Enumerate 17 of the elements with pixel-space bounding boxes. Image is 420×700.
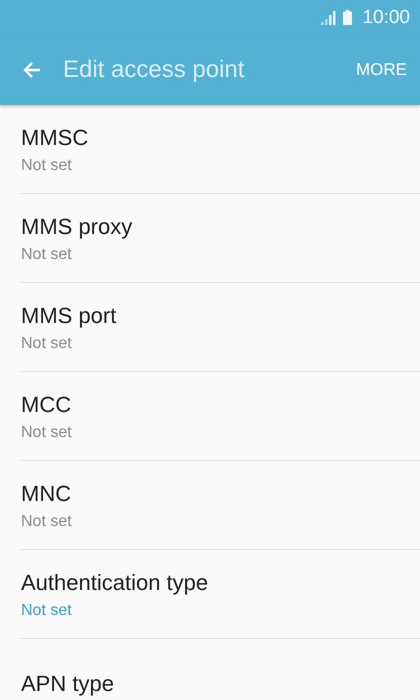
setting-value: Not set bbox=[21, 513, 73, 531]
setting-title[interactable]: MNC bbox=[21, 481, 420, 507]
setting-title[interactable]: Authentication type bbox=[21, 570, 420, 596]
screen-title: Edit access point bbox=[63, 56, 246, 84]
clock-time: 10:00 bbox=[362, 6, 410, 28]
signal-icon bbox=[321, 10, 338, 24]
setting-value: Not set bbox=[21, 602, 73, 620]
setting-title[interactable]: MMS proxy bbox=[21, 214, 420, 240]
setting-title[interactable]: MMS port bbox=[21, 303, 420, 329]
setting-value: Not set bbox=[21, 157, 73, 175]
setting-title[interactable]: MCC bbox=[21, 392, 420, 418]
setting-value: Not set bbox=[21, 424, 73, 442]
setting-title[interactable]: MMSC bbox=[21, 125, 420, 151]
setting-title[interactable]: APN type bbox=[21, 671, 420, 697]
setting-value: Not set bbox=[21, 335, 73, 353]
setting-value: Not set bbox=[21, 246, 73, 264]
battery-icon bbox=[343, 10, 352, 25]
